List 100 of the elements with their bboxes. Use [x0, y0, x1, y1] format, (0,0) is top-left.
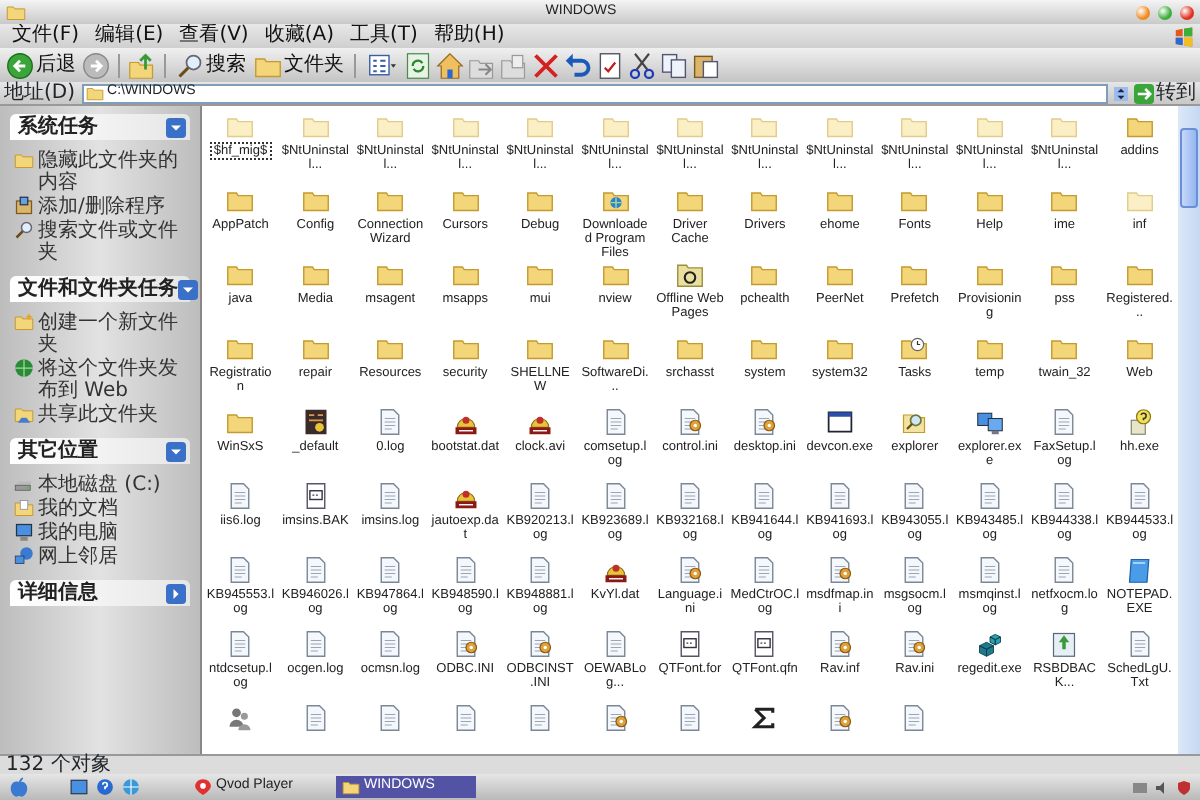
panel-header[interactable]: 系统任务 — [10, 114, 190, 140]
document-icon — [376, 630, 405, 658]
folder-icon — [1125, 112, 1154, 140]
folder-icon — [1125, 186, 1154, 214]
task-link[interactable]: 隐藏此文件夹的内容 — [38, 150, 190, 194]
folder-icon — [750, 186, 779, 214]
task-link[interactable]: 网上邻居 — [38, 546, 190, 568]
notepad-icon — [1125, 556, 1154, 584]
document-icon — [376, 482, 405, 510]
computer-icon — [14, 522, 34, 542]
data-file-icon — [750, 630, 779, 658]
collapse-chevron-icon[interactable] — [166, 117, 186, 137]
panel-title: 其它位置 — [18, 439, 98, 463]
collapse-chevron-icon[interactable] — [166, 441, 186, 461]
document-icon — [825, 482, 854, 510]
folder-icon — [526, 334, 555, 362]
delete-icon[interactable] — [532, 51, 560, 79]
folder-icon — [975, 260, 1004, 288]
folder-icon — [301, 112, 330, 140]
folder-icon — [226, 334, 255, 362]
folder-icon — [975, 112, 1004, 140]
copy-icon[interactable] — [660, 51, 688, 79]
folder-icon — [675, 112, 704, 140]
help-icon[interactable] — [96, 778, 114, 796]
folder-icon — [975, 334, 1004, 362]
views-icon[interactable] — [364, 51, 400, 79]
shield-icon[interactable] — [1176, 779, 1192, 795]
properties-icon[interactable] — [596, 51, 624, 79]
documents-folder-icon — [14, 498, 34, 518]
scroll-thumb[interactable] — [1180, 128, 1198, 208]
search-icon[interactable] — [176, 51, 204, 79]
folder-icon — [376, 260, 405, 288]
collapse-chevron-icon[interactable] — [178, 279, 198, 299]
panel-header[interactable]: 详细信息 — [10, 580, 190, 606]
refresh-icon[interactable] — [404, 51, 432, 79]
folder-icon — [825, 334, 854, 362]
paste-icon[interactable] — [692, 51, 720, 79]
home-icon[interactable] — [436, 51, 464, 79]
folder-icon — [376, 112, 405, 140]
start-button-icon[interactable] — [8, 776, 30, 798]
folder-icon — [825, 112, 854, 140]
task-link[interactable]: 共享此文件夹 — [38, 404, 190, 426]
folder-icon — [226, 408, 255, 436]
scrollbar[interactable] — [1178, 106, 1200, 754]
folder-icon — [675, 186, 704, 214]
expand-chevron-icon[interactable] — [166, 583, 186, 603]
maximize-button[interactable] — [1158, 5, 1172, 19]
folder-icon — [601, 260, 630, 288]
go-button[interactable]: 转到 — [1134, 81, 1196, 105]
task-link[interactable]: 我的电脑 — [38, 522, 190, 544]
clock-folder-icon — [900, 334, 929, 362]
undo-icon[interactable] — [564, 51, 592, 79]
folder-icon — [601, 334, 630, 362]
volume-icon[interactable] — [1154, 779, 1170, 795]
settings-document-icon — [900, 630, 929, 658]
folder-icon — [14, 150, 34, 170]
document-icon — [1125, 630, 1154, 658]
task-link[interactable]: 创建一个新文件夹 — [38, 312, 190, 356]
document-icon — [226, 630, 255, 658]
back-button[interactable]: 后退 — [4, 51, 78, 79]
folder-icon — [675, 334, 704, 362]
folder-icon — [900, 112, 929, 140]
desktop-icon[interactable] — [70, 778, 88, 796]
folder-icon — [601, 112, 630, 140]
folder-icon — [342, 778, 360, 796]
folder-icon — [526, 112, 555, 140]
folder-icon — [226, 112, 255, 140]
task-link[interactable]: 本地磁盘 (C:) — [38, 474, 190, 496]
globe-folder-icon — [601, 186, 630, 214]
address-label: 地址(D) — [4, 81, 76, 105]
dropdown-arrow-icon[interactable] — [1114, 83, 1128, 103]
menu-item[interactable]: 收藏(A) — [256, 24, 342, 48]
task-link[interactable]: 添加/删除程序 — [38, 196, 190, 218]
menu-item[interactable]: 工具(T) — [342, 24, 426, 48]
close-button[interactable] — [1180, 5, 1194, 19]
task-link[interactable]: 将这个文件夹发布到 Web — [38, 358, 190, 402]
folder-icon — [750, 334, 779, 362]
folders-button[interactable]: 文件夹 — [252, 51, 346, 79]
data-file-icon — [675, 630, 704, 658]
task-link[interactable]: 我的文档 — [38, 498, 190, 520]
menu-item[interactable]: 查看(V) — [171, 24, 257, 48]
folder-icon — [750, 112, 779, 140]
up-folder-icon[interactable] — [128, 51, 156, 79]
task-link[interactable]: 搜索文件或文件夹 — [38, 220, 190, 264]
panel-header[interactable]: 其它位置 — [10, 438, 190, 464]
document-icon — [601, 408, 630, 436]
copy-to-icon[interactable] — [500, 51, 528, 79]
cut-icon[interactable] — [628, 51, 656, 79]
network-icon[interactable] — [1132, 779, 1148, 795]
menu-item[interactable]: 帮助(H) — [425, 24, 513, 48]
menu-item[interactable]: 文件(F) — [4, 24, 88, 48]
search-button[interactable]: 搜索 — [174, 51, 248, 79]
shared-folder-icon — [14, 404, 34, 424]
globe-icon[interactable] — [122, 778, 140, 796]
status-text: 132 个对象 — [6, 755, 111, 775]
settings-document-icon — [675, 408, 704, 436]
document-icon — [975, 556, 1004, 584]
menu-item[interactable]: 编辑(E) — [87, 24, 172, 48]
document-icon — [601, 482, 630, 510]
cubes-icon — [975, 630, 1004, 658]
